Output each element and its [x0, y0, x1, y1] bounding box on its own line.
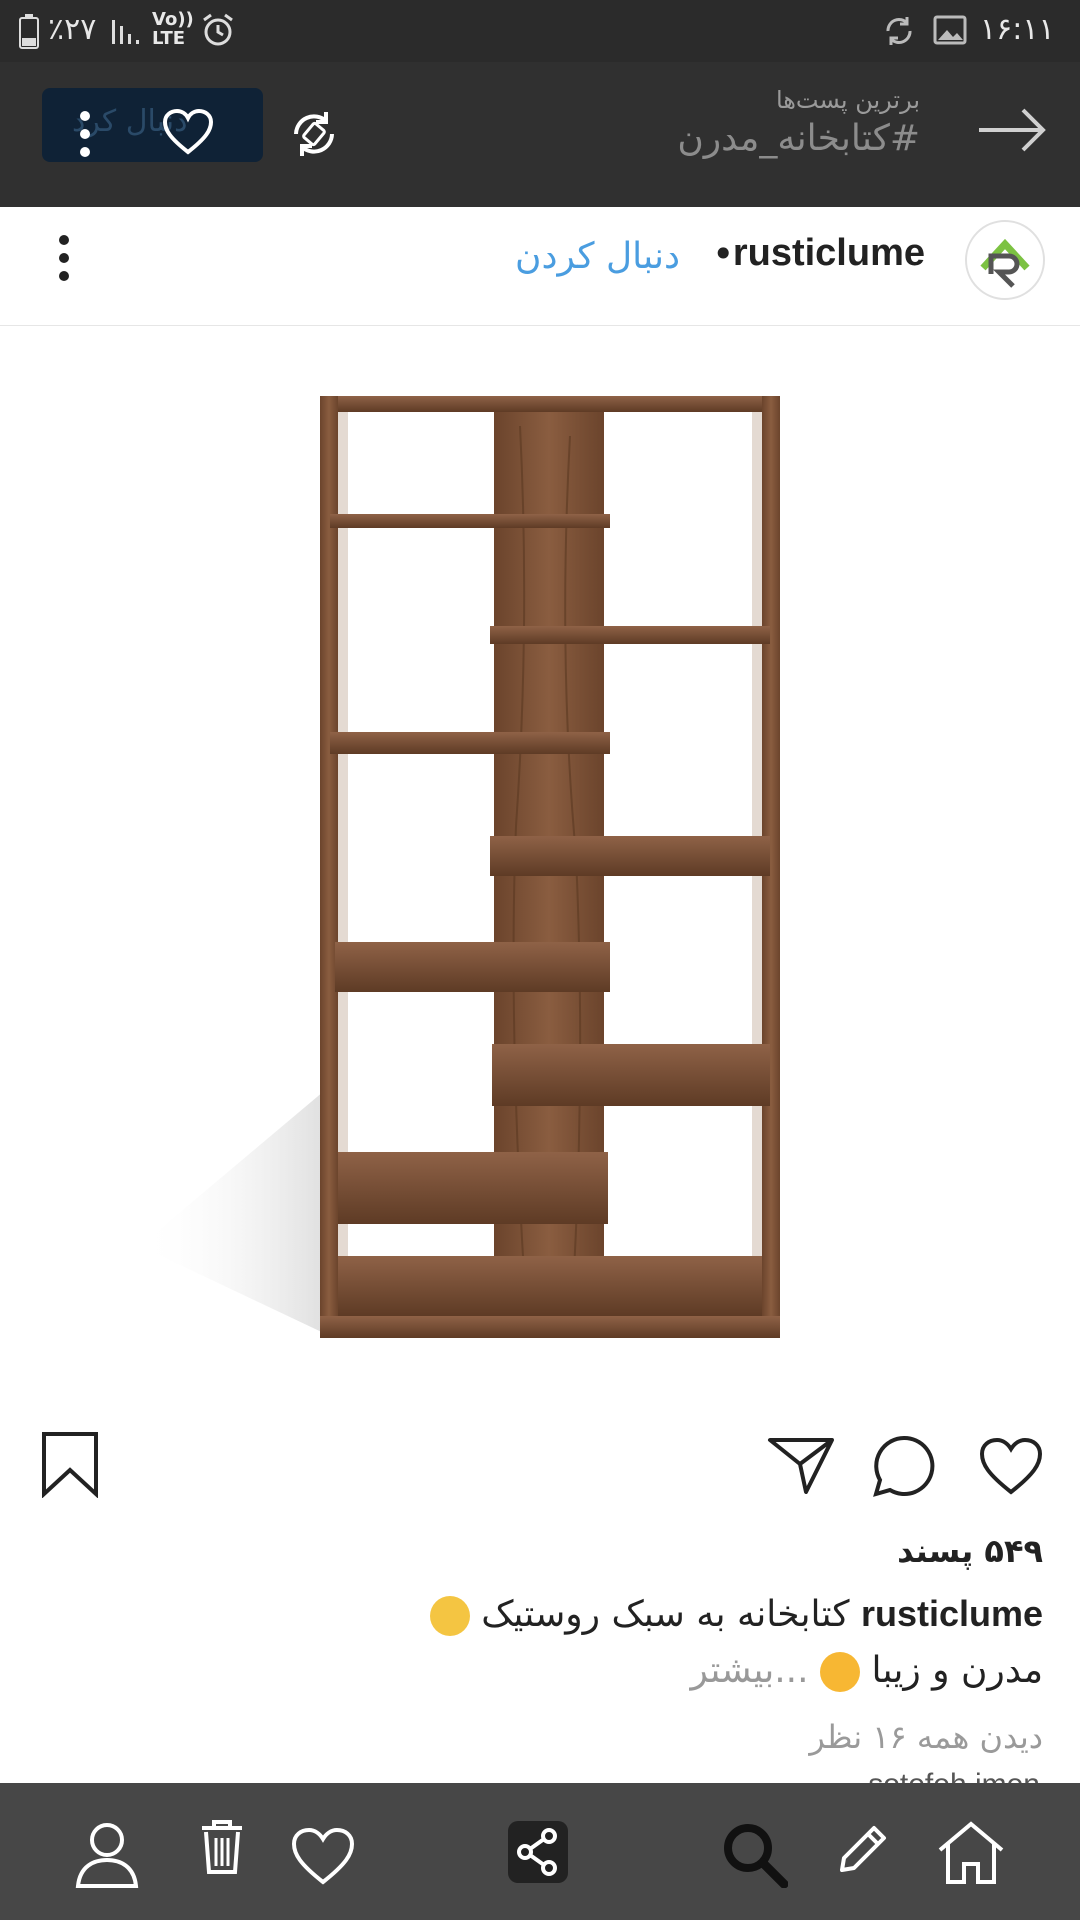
caption-line-2: مدرن و زیبا ...بیشتر	[691, 1650, 1043, 1692]
profile-icon[interactable]	[74, 1820, 140, 1888]
clock: ۱۶:۱۱	[980, 12, 1055, 47]
alarm-icon	[203, 13, 233, 46]
send-icon[interactable]	[766, 1434, 836, 1494]
gallery-icon	[933, 15, 967, 45]
battery-icon	[19, 14, 39, 49]
ok-hand-emoji	[429, 1596, 470, 1636]
more-link[interactable]: ...بیشتر	[691, 1650, 809, 1691]
status-bar: ٪۲۷ Vo)) LTE ۱۶:۱۱	[0, 0, 1080, 62]
rotate-icon[interactable]	[288, 108, 340, 160]
heart-icon[interactable]	[978, 1436, 1044, 1496]
caption-username[interactable]: rusticlume	[861, 1593, 1043, 1634]
follow-button[interactable]: دنبال کردن	[515, 236, 680, 277]
next-comment-preview: sotefeh.imen	[868, 1770, 1040, 1784]
separator-dot: •	[712, 232, 735, 276]
home-icon[interactable]	[936, 1820, 1006, 1886]
heart-icon[interactable]	[162, 108, 214, 156]
brand-logo	[980, 238, 1030, 288]
caption-line-1: rusticlume کتابخانه به سبک روستیک	[429, 1593, 1043, 1636]
arrow-right-icon[interactable]	[975, 100, 1047, 160]
top-bar-title: #کتابخانه_مدرن	[677, 118, 920, 159]
post-image[interactable]	[0, 326, 1080, 1382]
likes-count[interactable]: ۵۴۹ پسند	[897, 1532, 1043, 1570]
top-bar-subtitle: برترین پست‌ها	[775, 86, 920, 114]
bookshelf-image	[140, 396, 780, 1338]
search-icon[interactable]	[722, 1822, 788, 1888]
avatar[interactable]	[965, 220, 1045, 300]
share-icon[interactable]	[505, 1818, 571, 1886]
signal-icon	[112, 20, 139, 44]
trash-icon[interactable]	[198, 1818, 246, 1876]
battery-percent: ٪۲۷	[48, 12, 97, 47]
more-vertical-icon[interactable]	[55, 234, 73, 282]
heart-eyes-emoji	[820, 1652, 861, 1692]
sync-icon	[886, 17, 912, 45]
heart-icon[interactable]	[290, 1826, 356, 1886]
post-username[interactable]: rusticlume	[733, 232, 925, 275]
caption-text: کتابخانه به سبک روستیک	[481, 1594, 850, 1635]
caption-line2-text: مدرن و زیبا	[871, 1650, 1043, 1691]
bookmark-icon[interactable]	[40, 1430, 100, 1498]
comment-icon[interactable]	[872, 1434, 936, 1498]
network-type: Vo)) LTE	[152, 9, 194, 49]
view-comments-link[interactable]: دیدن همه ۱۶ نظر	[809, 1718, 1043, 1756]
more-vertical-icon[interactable]	[76, 110, 94, 158]
edit-icon[interactable]	[834, 1820, 892, 1878]
